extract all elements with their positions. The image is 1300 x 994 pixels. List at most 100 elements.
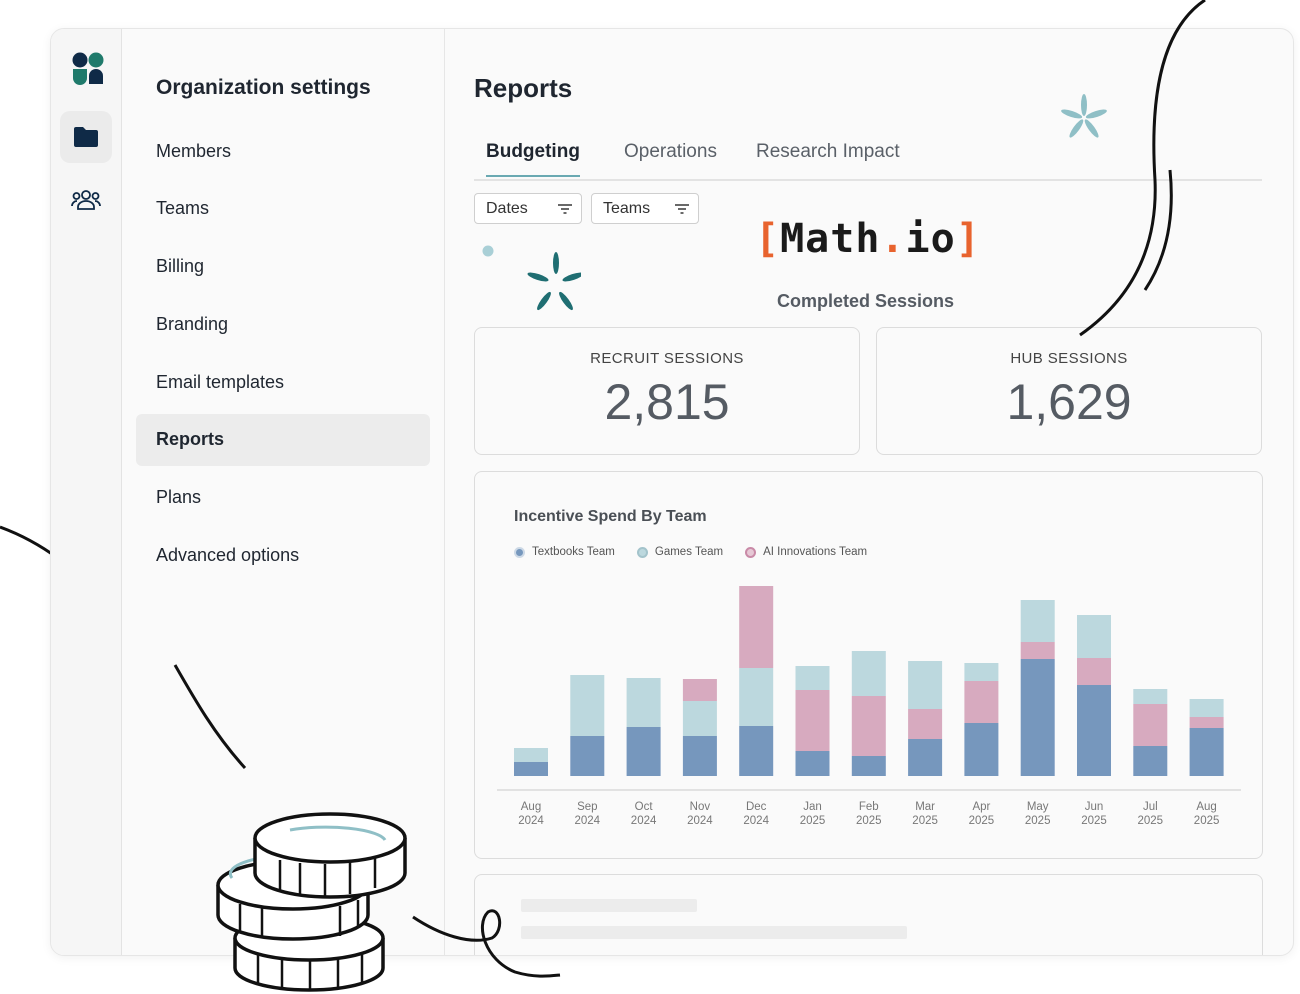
- bar-games-team-may-2025[interactable]: [1020, 600, 1055, 642]
- bar-textbooks-team-feb-2025[interactable]: [851, 756, 886, 776]
- x-tick-label: Aug: [521, 801, 541, 813]
- bar-games-team-apr-2025[interactable]: [964, 663, 999, 681]
- skeleton-line: [521, 926, 907, 939]
- bar-ai-innovations-team-jan-2025[interactable]: [795, 690, 830, 751]
- bar-ai-innovations-team-mar-2025[interactable]: [908, 709, 943, 739]
- teams-filter-button[interactable]: Teams: [591, 193, 699, 224]
- tab-research-impact[interactable]: Research Impact: [756, 141, 900, 175]
- dates-filter-button[interactable]: Dates: [474, 193, 582, 224]
- bar-games-team-mar-2025[interactable]: [908, 661, 943, 709]
- placeholder-card: [474, 874, 1263, 955]
- page-title: Reports: [474, 73, 573, 103]
- sidebar-item-reports[interactable]: Reports: [136, 413, 430, 466]
- sidebar-item-billing[interactable]: Billing: [136, 241, 430, 293]
- sidebar-item-branding[interactable]: Branding: [136, 298, 430, 350]
- rail-users-button[interactable]: [60, 174, 112, 226]
- legend-item-ai-innovations[interactable]: AI Innovations Team: [745, 546, 867, 558]
- bar-games-team-nov-2024[interactable]: [682, 701, 717, 736]
- settings-sidebar: Organization settings Members Teams Bill…: [122, 29, 445, 955]
- icon-rail: [51, 29, 122, 955]
- bar-ai-innovations-team-dec-2024[interactable]: [739, 586, 774, 668]
- mathio-logo: [Math.io]: [755, 216, 981, 262]
- sidebar-item-email-templates[interactable]: Email templates: [136, 356, 430, 408]
- bar-games-team-jul-2025[interactable]: [1133, 689, 1168, 704]
- folder-icon: [74, 127, 98, 147]
- bar-ai-innovations-team-may-2025[interactable]: [1020, 642, 1055, 659]
- bar-textbooks-team-dec-2024[interactable]: [739, 726, 774, 776]
- chart-title: Incentive Spend By Team: [514, 508, 707, 525]
- x-tick-label: Apr: [972, 801, 990, 813]
- bar-games-team-jan-2025[interactable]: [795, 666, 830, 690]
- incentive-spend-chart-card: Aug 2024 Sep 2024 Oct 2024 Nov 2024 Dec 2024 Jan 20…: [474, 471, 1263, 859]
- sidebar-title: Organization settings: [156, 76, 371, 99]
- bar-games-team-sep-2024[interactable]: [570, 675, 605, 736]
- sidebar-item-advanced-options[interactable]: Advanced options: [136, 530, 430, 582]
- x-tick-label: Oct: [635, 801, 654, 813]
- bar-ai-innovations-team-jun-2025[interactable]: [1077, 658, 1111, 685]
- bar-games-team-jun-2025[interactable]: [1077, 615, 1111, 658]
- x-tick-label: May: [1027, 801, 1049, 813]
- recruit-sessions-label: RECRUIT SESSIONS: [590, 350, 744, 367]
- bar-games-team-aug-2024[interactable]: [514, 748, 548, 762]
- bar-games-team-dec-2024[interactable]: [739, 668, 774, 726]
- sparkle-icon: [482, 245, 581, 311]
- recruit-sessions-card: RECRUIT SESSIONS 2,815: [474, 327, 860, 455]
- x-tick-label: 2025: [912, 815, 938, 827]
- app-window: Organization settings Members Teams Bill…: [50, 28, 1294, 956]
- sidebar-item-plans[interactable]: Plans: [136, 472, 430, 524]
- tab-operations[interactable]: Operations: [624, 141, 717, 175]
- bar-games-team-feb-2025[interactable]: [851, 651, 886, 696]
- tab-budgeting[interactable]: Budgeting: [486, 141, 580, 177]
- x-tick-label: Dec: [746, 801, 767, 813]
- incentive-spend-chart: Aug 2024 Sep 2024 Oct 2024 Nov 2024 Dec 2024 Jan 20…: [497, 586, 1241, 827]
- bar-textbooks-team-jul-2025[interactable]: [1133, 746, 1168, 776]
- sidebar-item-teams[interactable]: Teams: [136, 183, 430, 235]
- teams-filter-label: Teams: [603, 199, 651, 217]
- x-tick-label: Jul: [1143, 801, 1158, 813]
- x-tick-label: 2025: [800, 815, 826, 827]
- bar-textbooks-team-nov-2024[interactable]: [682, 736, 717, 776]
- bar-textbooks-team-aug-2024[interactable]: [514, 762, 548, 776]
- bar-ai-innovations-team-feb-2025[interactable]: [851, 696, 886, 756]
- sidebar-item-members[interactable]: Members: [136, 125, 430, 177]
- filter-icon: [558, 204, 572, 214]
- bar-ai-innovations-team-jul-2025[interactable]: [1133, 704, 1168, 746]
- bar-ai-innovations-team-nov-2024[interactable]: [682, 679, 717, 701]
- bar-ai-innovations-team-apr-2025[interactable]: [964, 681, 999, 723]
- x-tick-label: 2025: [1138, 815, 1164, 827]
- bar-textbooks-team-jun-2025[interactable]: [1077, 685, 1111, 776]
- chart-legend: Textbooks Team Games Team AI Innovations…: [514, 546, 867, 558]
- x-tick-label: Jan: [803, 801, 822, 813]
- bar-textbooks-team-mar-2025[interactable]: [908, 739, 943, 776]
- org-logo-icon: [72, 52, 104, 85]
- bar-textbooks-team-aug-2025[interactable]: [1189, 728, 1224, 776]
- rail-folder-button[interactable]: [60, 111, 112, 163]
- bar-textbooks-team-may-2025[interactable]: [1020, 659, 1055, 776]
- legend-item-games[interactable]: Games Team: [636, 546, 723, 558]
- x-tick-label: Aug: [1196, 801, 1216, 813]
- x-tick-label: 2024: [575, 815, 601, 827]
- bar-textbooks-team-oct-2024[interactable]: [626, 727, 661, 776]
- legend-item-textbooks[interactable]: Textbooks Team: [514, 546, 615, 558]
- x-tick-label: Nov: [690, 801, 711, 813]
- hub-sessions-value: 1,629: [1006, 374, 1132, 430]
- x-tick-label: Jun: [1085, 801, 1104, 813]
- x-tick-label: Mar: [915, 801, 935, 813]
- x-tick-label: 2024: [743, 815, 769, 827]
- bar-games-team-aug-2025[interactable]: [1189, 699, 1224, 717]
- x-tick-label: Sep: [577, 801, 597, 813]
- x-tick-label: 2024: [687, 815, 713, 827]
- x-tick-label: 2024: [631, 815, 657, 827]
- bar-textbooks-team-jan-2025[interactable]: [795, 751, 830, 776]
- bar-ai-innovations-team-aug-2025[interactable]: [1189, 717, 1224, 728]
- report-tabs: Budgeting Operations Research Impact: [474, 139, 1262, 181]
- bar-textbooks-team-sep-2024[interactable]: [570, 736, 605, 776]
- reports-main: Reports Budgeting Operations Research Im…: [445, 29, 1293, 955]
- dates-filter-label: Dates: [486, 199, 528, 217]
- bar-textbooks-team-apr-2025[interactable]: [964, 723, 999, 776]
- recruit-sessions-value: 2,815: [604, 374, 730, 430]
- filter-icon: [675, 204, 689, 214]
- bar-games-team-oct-2024[interactable]: [626, 678, 661, 727]
- skeleton-line: [521, 899, 697, 912]
- legend-dot-games: [636, 546, 648, 558]
